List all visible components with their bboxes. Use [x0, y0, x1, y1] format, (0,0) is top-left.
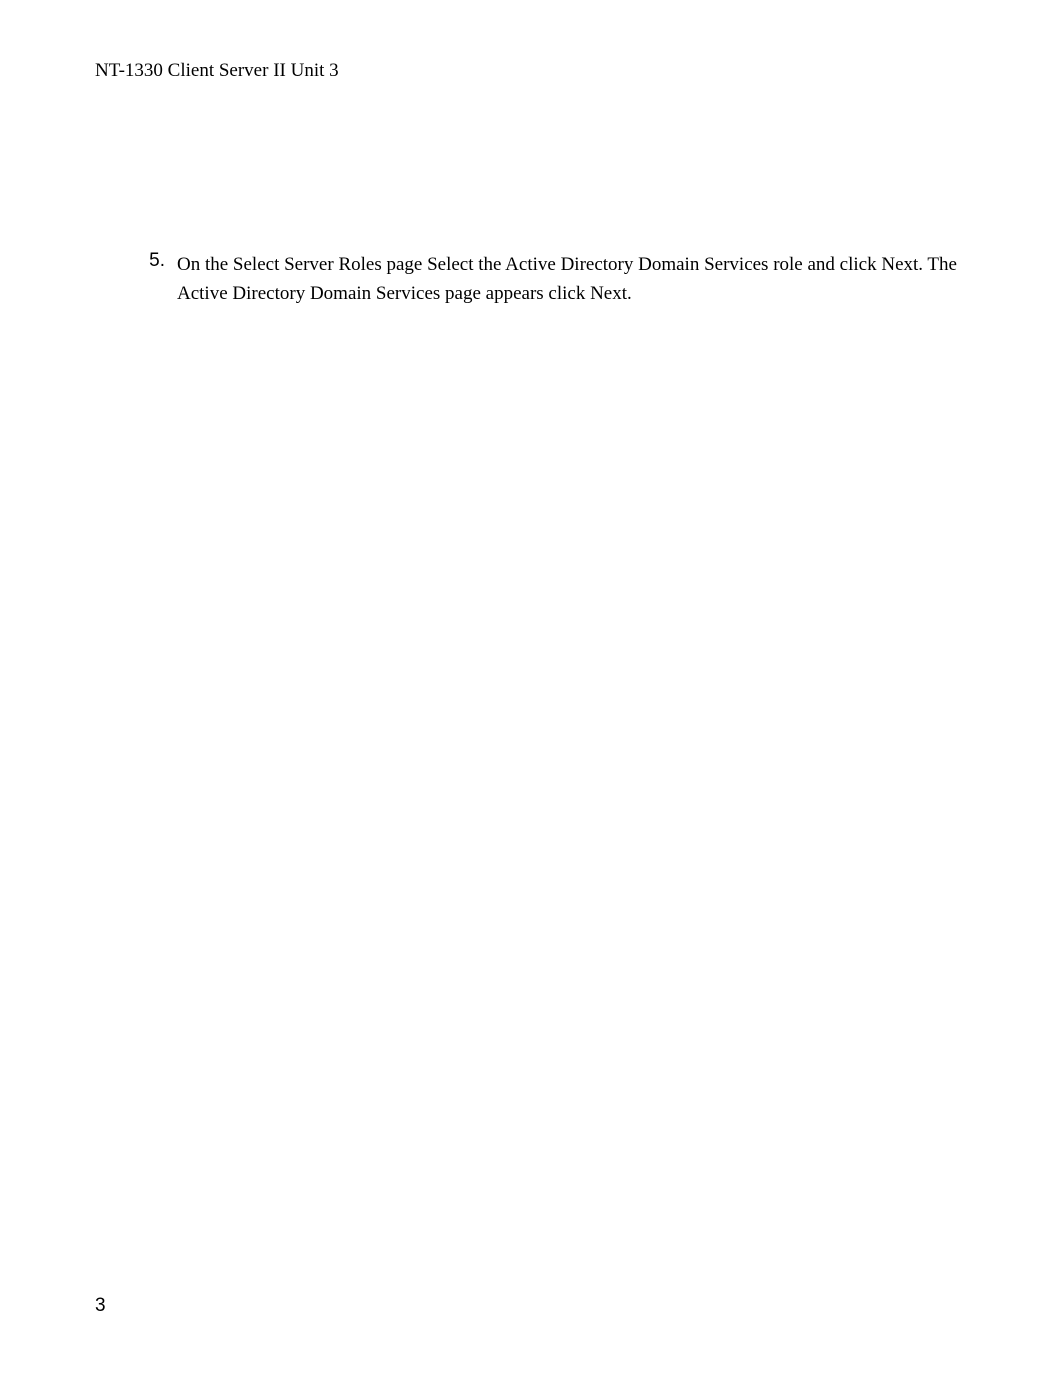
document-page: NT-1330 Client Server II Unit 3 5. On th… — [0, 0, 1062, 1377]
list-item-number: 5. — [145, 250, 173, 309]
page-number-text: 3 — [95, 1295, 106, 1316]
page-number: 3 — [95, 1295, 106, 1317]
list-item-content: On the Select Server Roles page Select t… — [173, 250, 967, 309]
numbered-list-item: 5. On the Select Server Roles page Selec… — [95, 250, 967, 309]
page-header: NT-1330 Client Server II Unit 3 — [95, 60, 967, 82]
header-text: NT-1330 Client Server II Unit 3 — [95, 60, 339, 81]
